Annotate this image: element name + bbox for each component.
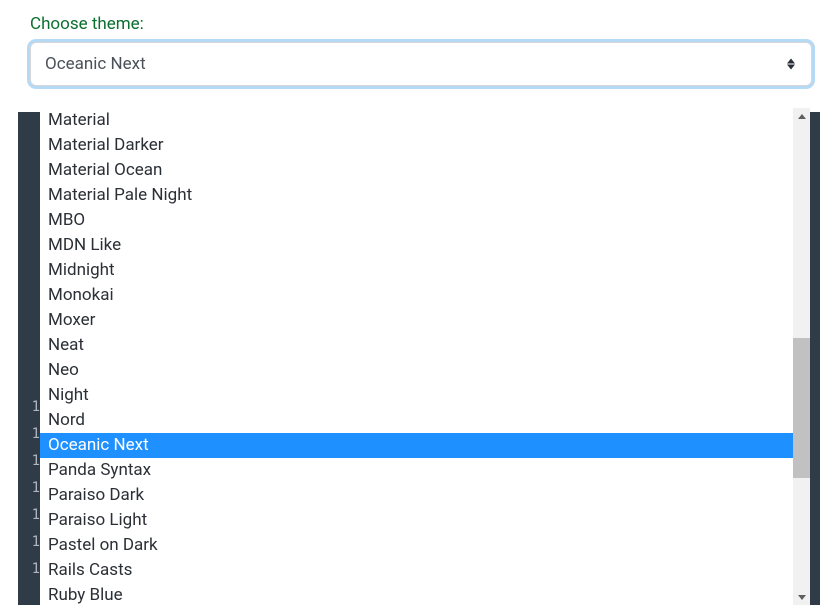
gutter-line-number: 1 [18, 556, 42, 583]
theme-option[interactable]: MBO [40, 208, 793, 233]
gutter-line-number: 1 [18, 394, 42, 421]
theme-option[interactable]: Midnight [40, 258, 793, 283]
theme-option[interactable]: Paraiso Light [40, 508, 793, 533]
theme-option[interactable]: Oceanic Next [40, 433, 793, 458]
editor-gutter: 1111111 [18, 112, 42, 605]
gutter-line-number: 1 [18, 502, 42, 529]
scroll-thumb[interactable] [793, 338, 810, 478]
dropdown-scrollbar[interactable] [793, 108, 810, 605]
theme-option[interactable]: Nord [40, 408, 793, 433]
theme-options-list: MaterialMaterial DarkerMaterial OceanMat… [40, 108, 793, 605]
theme-option[interactable]: Paraiso Dark [40, 483, 793, 508]
gutter-line-number: 1 [18, 475, 42, 502]
gutter-line-number: 1 [18, 421, 42, 448]
theme-option[interactable]: MDN Like [40, 233, 793, 258]
theme-option[interactable]: Material [40, 108, 793, 133]
gutter-line-number: 1 [18, 529, 42, 556]
select-sort-icon [787, 59, 795, 70]
theme-option[interactable]: Moxer [40, 308, 793, 333]
theme-dropdown: MaterialMaterial DarkerMaterial OceanMat… [40, 108, 810, 605]
theme-select-value: Oceanic Next [31, 43, 811, 85]
theme-option[interactable]: Panda Syntax [40, 458, 793, 483]
theme-option[interactable]: Material Ocean [40, 158, 793, 183]
scroll-down-icon[interactable] [793, 589, 810, 605]
theme-option[interactable]: Pastel on Dark [40, 533, 793, 558]
theme-option[interactable]: Rails Casts [40, 558, 793, 583]
scroll-up-icon[interactable] [793, 108, 810, 124]
theme-option[interactable]: Monokai [40, 283, 793, 308]
theme-option[interactable]: Neo [40, 358, 793, 383]
theme-option[interactable]: Neat [40, 333, 793, 358]
theme-label: Choose theme: [0, 14, 830, 34]
gutter-line-number: 1 [18, 448, 42, 475]
theme-option[interactable]: Material Pale Night [40, 183, 793, 208]
theme-select[interactable]: Oceanic Next [30, 42, 812, 86]
theme-option[interactable]: Ruby Blue [40, 583, 793, 605]
theme-option[interactable]: Night [40, 383, 793, 408]
theme-option[interactable]: Material Darker [40, 133, 793, 158]
